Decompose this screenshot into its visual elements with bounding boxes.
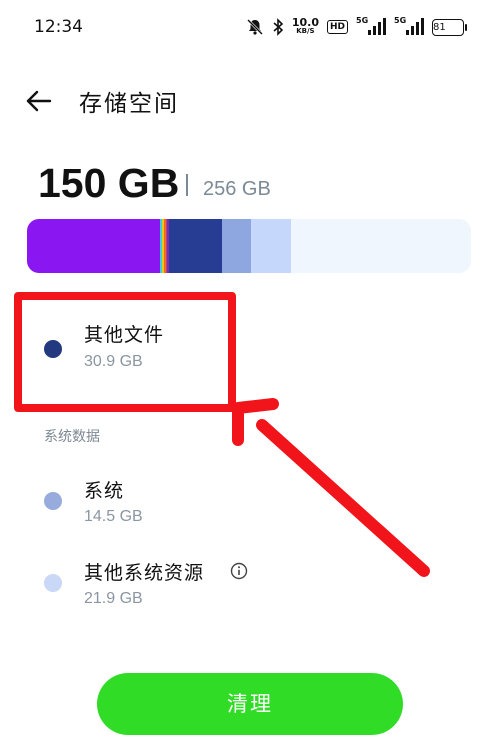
net-speed: 10.0 KB/S [291,16,319,36]
storage-total: 256 GB [203,178,271,200]
signal-sim2-icon: 5G [394,16,424,36]
info-icon[interactable] [230,562,248,580]
page-title: 存储空间 [79,91,179,117]
usage-segment-mixed [160,219,170,273]
bluetooth-icon [272,18,284,36]
other-system-resources-color-dot [44,574,62,592]
storage-separator [186,174,188,196]
signal-sim1-icon: 5G [356,16,386,36]
other-system-resources-size: 21.9 GB [84,590,143,607]
system-title: 系统 [84,480,125,502]
usage-segment-other-system-resources [251,219,292,273]
usage-segment-other-files [169,219,223,273]
annotation-highlight-box [14,292,236,412]
arrow-left-icon[interactable] [24,86,54,116]
system-color-dot [44,492,62,510]
section-header-system-data: 系统数据 [44,429,100,445]
usage-segment-apps [27,219,161,273]
list-item-other-system-resources[interactable]: 其他系统资源 21.9 GB [0,552,500,616]
other-system-resources-title: 其他系统资源 [84,562,205,584]
bell-off-icon [246,18,264,36]
net-speed-value: 10.0 [291,16,319,29]
battery-indicator: 81 [432,18,467,36]
storage-usage-bar [27,219,471,273]
hd-badge: HD [326,20,348,34]
system-size: 14.5 GB [84,508,143,525]
storage-used: 150 GB [38,160,180,206]
status-time: 12:34 [34,17,83,37]
status-bar: 12:34 10.0 KB/S HD 5G 5G 81 [0,0,500,56]
usage-segment-system [222,219,252,273]
net-speed-unit: KB/S [296,27,315,35]
list-item-system[interactable]: 系统 14.5 GB [0,470,500,534]
clean-button[interactable]: 清理 [97,673,403,735]
status-icons: 10.0 KB/S HD 5G 5G 81 [246,15,467,39]
